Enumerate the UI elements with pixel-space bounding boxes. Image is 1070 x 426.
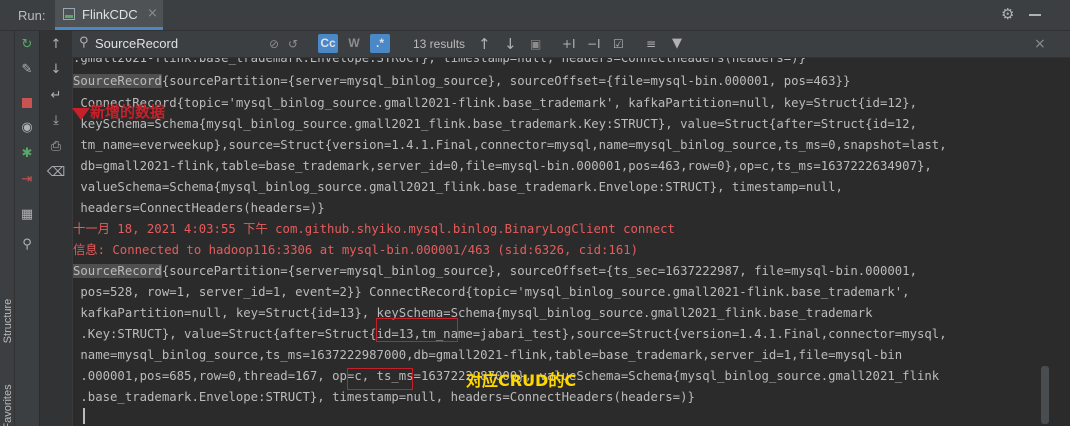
match-case-toggle[interactable]: Cc	[318, 34, 338, 53]
rerun-icon[interactable]: ↻	[19, 37, 35, 53]
trash-icon[interactable]: ⌫	[47, 165, 65, 181]
console-line: .base_trademark.Envelope:STRUCT}, timest…	[73, 390, 695, 404]
regex-toggle[interactable]: .*	[370, 34, 390, 53]
left-tool-strip: Structure Favorites	[0, 31, 15, 426]
annotation-crud: 对应CRUD的C	[466, 371, 577, 390]
run-toolbar: ↻ ✎ ◉ ✱ ⇥ ▦ ⚲	[15, 31, 39, 426]
run-tool-window: Run: FlinkCDC × ⚙ Structure Favorites ↻ …	[0, 0, 1070, 426]
clear-search-icon[interactable]: ⊘	[269, 35, 279, 53]
pin-icon[interactable]: ⚲	[19, 237, 35, 253]
up-arrow-icon[interactable]: ↑	[48, 37, 64, 53]
console-line: headers=ConnectHeaders(headers=)}	[73, 201, 325, 215]
console-line: tm_name=everweekup},source=Struct{versio…	[73, 138, 947, 152]
previous-occurrence-icon[interactable]: ↑	[478, 35, 491, 53]
select-all-icon[interactable]: ☑	[613, 35, 624, 53]
text-caret	[83, 408, 85, 424]
search-input[interactable]	[95, 34, 315, 52]
annotation-new-data: 新增的数据	[90, 103, 166, 121]
console-line: .Key:STRUCT}, value=Struct{after=Struct{…	[73, 327, 947, 341]
down-arrow-icon[interactable]: ↓	[48, 62, 64, 78]
console-line: SourceRecord{sourcePartition={server=mys…	[73, 74, 851, 88]
add-occurrence-icon[interactable]: +I	[562, 35, 576, 53]
search-match: SourceRecord	[73, 74, 162, 88]
wrench-icon[interactable]: ✎	[19, 62, 35, 78]
words-toggle[interactable]: W	[344, 34, 364, 53]
console-toolbar: ↑ ↓ ↵ ⤓ ⎙ ⌫	[40, 31, 73, 426]
debug-bug-icon[interactable]: ✱	[19, 146, 35, 162]
run-label: Run:	[18, 8, 46, 23]
console-line: name=mysql_binlog_source,ts_ms=163722298…	[73, 348, 903, 362]
search-icon[interactable]: ⚲	[79, 35, 89, 50]
next-occurrence-icon[interactable]: ↓	[504, 35, 517, 53]
console-search-bar: ⚲ ⊘ ↺ Cc W .* 13 results ↑ ↓ ▣ +I −I ☑ ≡…	[72, 31, 1070, 58]
close-icon[interactable]: ×	[147, 6, 158, 22]
favorites-tab[interactable]: Favorites	[2, 379, 14, 426]
run-config-icon	[63, 8, 75, 20]
tab-flinkcdc[interactable]: FlinkCDC ×	[55, 0, 163, 30]
history-icon[interactable]: ↺	[288, 35, 298, 53]
tab-label: FlinkCDC	[82, 7, 138, 22]
filter-icon[interactable]: ▼	[672, 35, 682, 53]
camera-icon[interactable]: ◉	[19, 120, 35, 136]
run-title-bar: Run: FlinkCDC × ⚙	[0, 0, 1070, 31]
console-line-error: 信息: Connected to hadoop116:3306 at mysql…	[73, 243, 639, 257]
annotation-box-id	[376, 318, 458, 342]
minimize-icon[interactable]	[1029, 14, 1041, 16]
remove-occurrence-icon[interactable]: −I	[587, 35, 601, 53]
gear-icon[interactable]: ⚙	[1001, 6, 1014, 22]
search-match: SourceRecord	[73, 264, 162, 278]
console-line-error: 十一月 18, 2021 4:03:55 下午 com.github.shyik…	[73, 222, 675, 236]
console-line: valueSchema=Schema{mysql_binlog_source.g…	[73, 180, 843, 194]
console-line: kafkaPartition=null, key=Struct{id=13}, …	[73, 306, 873, 320]
print-icon[interactable]: ⎙	[48, 139, 64, 155]
console-line: ConnectRecord{topic='mysql_binlog_source…	[73, 96, 917, 110]
scrollbar-thumb[interactable]	[1041, 366, 1049, 424]
console-line: SourceRecord{sourcePartition={server=mys…	[73, 264, 917, 278]
annotation-arrow	[72, 108, 90, 120]
console-line: pos=528, row=1, server_id=1, event=2}} C…	[73, 285, 910, 299]
annotation-box-op	[347, 368, 413, 390]
layout-grid-icon[interactable]: ▦	[19, 207, 35, 223]
console-line: keySchema=Schema{mysql_binlog_source.gma…	[73, 117, 917, 131]
structure-tab[interactable]: Structure	[2, 293, 14, 349]
exit-icon[interactable]: ⇥	[19, 172, 35, 188]
multiline-icon[interactable]: ≡	[646, 35, 656, 53]
stop-icon[interactable]	[19, 95, 35, 111]
select-all-occurrences-icon[interactable]: ▣	[530, 35, 541, 53]
close-search-icon[interactable]: ×	[1034, 35, 1046, 53]
console-line: .gmall2021-flink.base_trademark.Envelope…	[73, 58, 806, 65]
search-results-count: 13 results	[413, 37, 466, 51]
soft-wrap-icon[interactable]: ↵	[48, 88, 64, 104]
scroll-to-end-icon[interactable]: ⤓	[48, 113, 64, 129]
console-line: db=gmall2021-flink,table=base_trademark,…	[73, 159, 932, 173]
